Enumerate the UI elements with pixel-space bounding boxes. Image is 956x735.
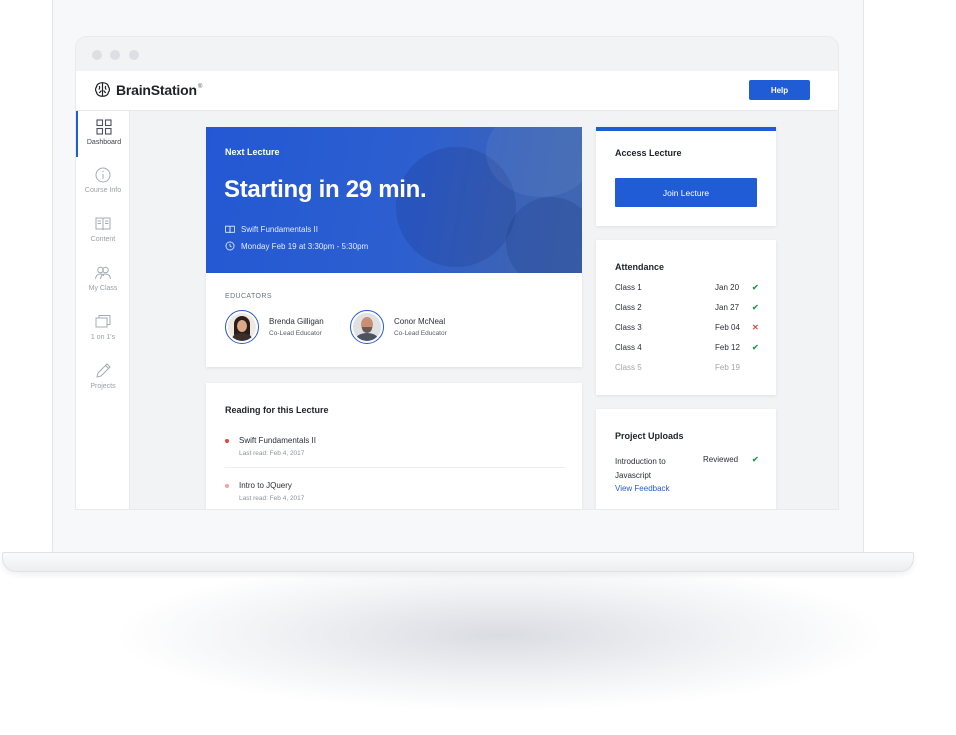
join-lecture-button[interactable]: Join Lecture — [615, 178, 757, 207]
attendance-row: Class 3 Feb 04 ✕ — [615, 323, 760, 332]
window-maximize-dot[interactable] — [129, 50, 139, 60]
sidebar-item-label: Course Info — [84, 187, 122, 194]
class-label: Class 4 — [615, 343, 642, 352]
project-uploads-title: Project Uploads — [615, 431, 684, 441]
book-icon — [225, 225, 235, 233]
class-date: Feb 12 — [715, 343, 740, 352]
lecture-schedule-text: Monday Feb 19 at 3:30pm - 5:30pm — [241, 241, 369, 251]
attendance-row: Class 4 Feb 12 ✔ — [615, 343, 760, 352]
sidebar-item-label: My Class — [88, 285, 118, 292]
educator-item[interactable]: Conor McNeal Co-Lead Educator — [350, 310, 447, 344]
educators-label: EDUCATORS — [225, 293, 272, 300]
sidebar-item-content[interactable]: Content — [76, 208, 130, 254]
lecture-course: Swift Fundamentals II — [225, 225, 318, 234]
lecture-course-name: Swift Fundamentals II — [241, 225, 318, 234]
lecture-schedule: Monday Feb 19 at 3:30pm - 5:30pm — [225, 241, 368, 251]
reading-card: Reading for this Lecture Swift Fundament… — [206, 383, 582, 509]
countdown-headline: Starting in 29 min. — [224, 176, 427, 203]
sidebar-item-label: 1 on 1's — [90, 334, 116, 341]
class-label: Class 3 — [615, 323, 642, 332]
educator-role: Co-Lead Educator — [269, 330, 322, 337]
sidebar-item-one-on-ones[interactable]: 1 on 1's — [76, 306, 130, 352]
brand-name: BrainStation — [116, 81, 197, 98]
brand-trademark: ® — [197, 83, 203, 90]
view-feedback-link[interactable]: View Feedback — [615, 484, 670, 493]
laptop-shadow — [120, 560, 880, 710]
book-icon — [95, 217, 111, 231]
people-icon — [95, 266, 111, 280]
educators-card: EDUCATORS Brenda Gilligan Co-Lead Educat… — [206, 273, 582, 367]
brand-logo[interactable]: BrainStation ® — [94, 81, 202, 98]
class-date: Jan 27 — [715, 303, 740, 312]
reading-item-title: Swift Fundamentals II — [239, 436, 316, 445]
class-date: Jan 20 — [715, 283, 740, 292]
educator-role: Co-Lead Educator — [394, 330, 447, 337]
attendance-row: Class 5 Feb 19 — [615, 363, 760, 372]
sidebar-item-my-class[interactable]: My Class — [76, 257, 130, 303]
reading-item-subtitle: Last read: Feb 4, 2017 — [239, 450, 305, 457]
attendance-title: Attendance — [615, 262, 665, 272]
attendance-row: Class 1 Jan 20 ✔ — [615, 283, 760, 292]
sidebar: Dashboard Course Info Content My Class 1… — [76, 111, 130, 509]
avatar — [225, 310, 259, 344]
next-lecture-banner: Next Lecture Starting in 29 min. Swift F… — [206, 127, 582, 273]
clock-icon — [225, 241, 235, 251]
sidebar-item-projects[interactable]: Projects — [76, 355, 130, 401]
class-label: Class 1 — [615, 283, 642, 292]
attendance-card: Attendance Class 1 Jan 20 ✔ Class 2 Jan … — [596, 240, 776, 395]
check-icon: ✔ — [752, 343, 759, 352]
class-label: Class 2 — [615, 303, 642, 312]
reading-item-subtitle: Last read: Feb 4, 2017 — [239, 495, 305, 502]
class-date: Feb 04 — [715, 323, 740, 332]
chat-icon — [95, 315, 111, 328]
divider — [225, 467, 565, 468]
educator-name: Conor McNeal — [394, 317, 446, 326]
help-button[interactable]: Help — [749, 80, 810, 100]
sidebar-item-label: Dashboard — [86, 139, 122, 146]
access-lecture-card: Access Lecture Join Lecture — [596, 127, 776, 226]
sidebar-item-label: Content — [90, 236, 116, 243]
next-lecture-label: Next Lecture — [225, 147, 280, 157]
avatar-photo — [228, 313, 256, 341]
window-close-dot[interactable] — [92, 50, 102, 60]
sidebar-item-dashboard[interactable]: Dashboard — [76, 111, 130, 157]
cross-icon: ✕ — [752, 323, 759, 332]
laptop-base — [2, 552, 914, 572]
window-titlebar — [76, 37, 838, 71]
educator-name: Brenda Gilligan — [269, 317, 324, 326]
app-header: BrainStation ® Help — [76, 71, 838, 111]
class-label: Class 5 — [615, 363, 642, 372]
check-icon: ✔ — [752, 455, 759, 464]
attendance-row: Class 2 Jan 27 ✔ — [615, 303, 760, 312]
project-uploads-card: Project Uploads Introduction to Javascri… — [596, 409, 776, 509]
browser-window: BrainStation ® Help Dashboard Course Inf… — [75, 36, 839, 510]
info-icon — [95, 167, 111, 183]
reading-item-title: Intro to JQuery — [239, 481, 292, 490]
class-date: Feb 19 — [715, 363, 740, 372]
list-item[interactable]: Swift Fundamentals II Last read: Feb 4, … — [225, 436, 565, 457]
banner-background-shape — [506, 197, 582, 273]
window-minimize-dot[interactable] — [110, 50, 120, 60]
unread-dot — [225, 439, 229, 443]
check-icon: ✔ — [752, 283, 759, 292]
sidebar-item-label: Projects — [90, 383, 116, 390]
reading-title: Reading for this Lecture — [225, 405, 329, 415]
sidebar-item-course-info[interactable]: Course Info — [76, 159, 130, 205]
list-item[interactable]: Intro to JQuery Last read: Feb 4, 2017 — [225, 481, 565, 502]
project-name: Introduction to Javascript — [615, 457, 666, 480]
educator-item[interactable]: Brenda Gilligan Co-Lead Educator — [225, 310, 324, 344]
grid-icon — [96, 119, 112, 135]
pencil-icon — [96, 363, 111, 378]
project-status: Reviewed — [703, 455, 739, 464]
avatar-photo — [353, 313, 381, 341]
access-lecture-title: Access Lecture — [615, 148, 682, 158]
check-icon: ✔ — [752, 303, 759, 312]
brain-icon — [95, 82, 110, 97]
unread-dot — [225, 484, 229, 488]
avatar — [350, 310, 384, 344]
